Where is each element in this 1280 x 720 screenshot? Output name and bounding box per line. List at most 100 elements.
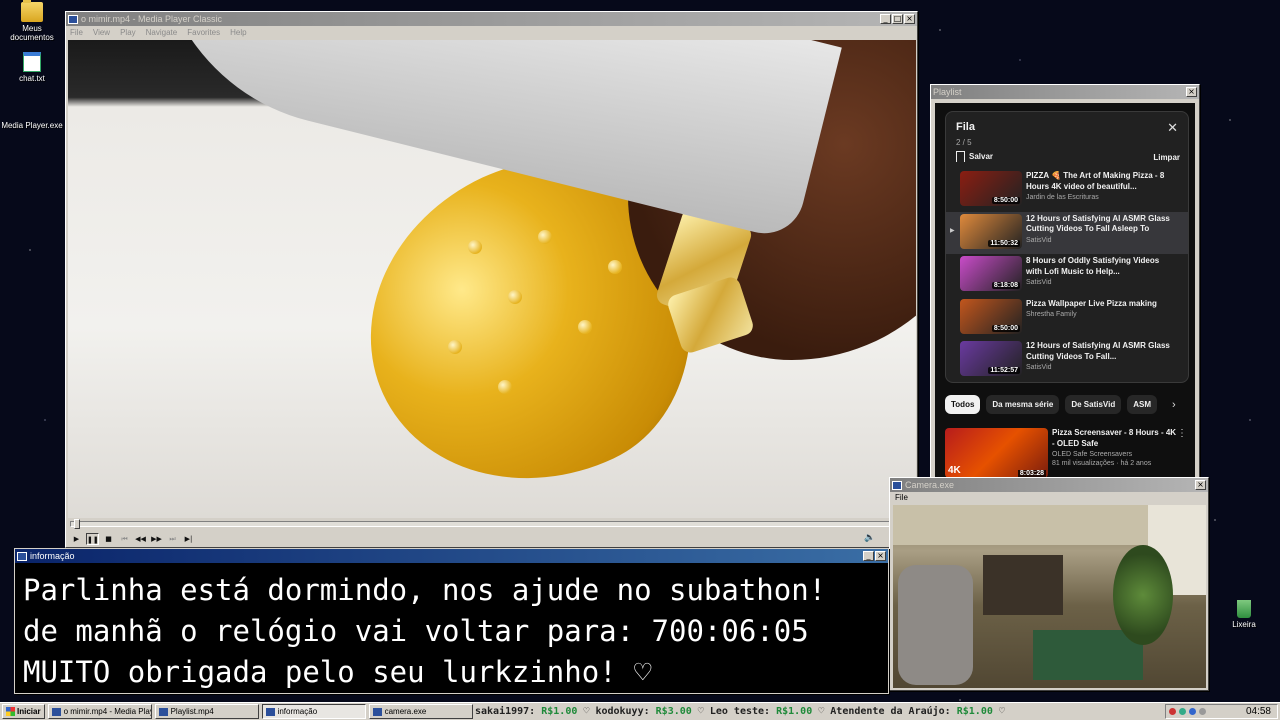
queue-item[interactable]: ▶ 11:50:32 12 Hours of Satisfying AI ASMR …: [946, 211, 1188, 254]
start-button[interactable]: Iniciar: [2, 704, 45, 719]
menu-navigate[interactable]: Navigate: [146, 28, 178, 37]
window-title: informação: [30, 551, 75, 561]
queue-item[interactable]: 8:50:00 Pizza Wallpaper Live Pizza making…: [946, 297, 1188, 340]
recommended-thumbnail[interactable]: 4K 8:03:28: [945, 428, 1048, 477]
menu-help[interactable]: Help: [230, 28, 246, 37]
pause-button[interactable]: ❚❚: [86, 533, 99, 545]
seek-thumb[interactable]: [74, 519, 81, 529]
chip-from-channel[interactable]: De SatisVid: [1065, 395, 1122, 414]
menu-file[interactable]: File: [890, 492, 1208, 503]
media-player-titlebar[interactable]: o mimir.mp4 - Media Player Classic _ □ ×: [66, 12, 917, 26]
queue-item-title[interactable]: Pizza Wallpaper Live Pizza making: [1026, 299, 1176, 310]
chevron-right-icon[interactable]: ›: [1172, 399, 1176, 411]
clear-button[interactable]: Limpar: [1153, 153, 1180, 162]
close-button[interactable]: ×: [1186, 87, 1197, 97]
ticker-donor: sakai1997:: [475, 706, 536, 717]
tray-icon[interactable]: [1189, 708, 1196, 715]
close-icon[interactable]: ✕: [1167, 120, 1178, 136]
video-bubble: [578, 320, 592, 334]
menu-favorites[interactable]: Favorites: [187, 28, 220, 37]
queue-thumbnail[interactable]: 11:50:32: [960, 213, 1022, 249]
frame-step-button[interactable]: ▶|: [182, 533, 195, 545]
close-button[interactable]: ×: [1195, 480, 1206, 490]
chip-all[interactable]: Todos: [945, 395, 981, 414]
play-button[interactable]: ▶: [70, 533, 83, 545]
recommended-meta: Pizza Screensaver - 8 Hours - 4K - OLED …: [1052, 428, 1180, 477]
ticker-amount: R$1.00: [956, 706, 993, 717]
desktop-icon-documents[interactable]: Meus documentos: [0, 0, 64, 42]
duration: 11:52:57: [988, 367, 1020, 374]
save-button[interactable]: Salvar: [956, 151, 993, 162]
recommended-title[interactable]: Pizza Screensaver - 8 Hours - 4K - OLED …: [1052, 428, 1180, 449]
chip-same-series[interactable]: Da mesma série: [986, 395, 1060, 414]
queue-thumbnail[interactable]: 8:18:08: [960, 256, 1022, 291]
minimize-button[interactable]: _: [863, 551, 874, 561]
media-player-window: o mimir.mp4 - Media Player Classic _ □ ×…: [65, 11, 918, 548]
quality-badge: 4K: [948, 465, 961, 476]
taskbar-item-info[interactable]: informação: [261, 704, 366, 719]
queue-panel: Fila 2 / 5 ✕ Salvar Limpar 8:50:00 PIZZA …: [945, 111, 1189, 383]
queue-item-title[interactable]: 12 Hours of Satisfying AI ASMR Glass Cut…: [1026, 214, 1176, 235]
info-titlebar[interactable]: informação _ ×: [15, 549, 888, 563]
queue-item-title[interactable]: 12 Hours of Satisfying AI ASMR Glass Cut…: [1026, 341, 1176, 362]
camera-shelf: [983, 555, 1063, 615]
chip-asmr[interactable]: ASM: [1127, 395, 1157, 414]
camera-feed: [893, 505, 1206, 688]
previous-button[interactable]: ⏮: [118, 533, 131, 545]
seek-bar[interactable]: [70, 519, 913, 529]
maximize-button[interactable]: □: [892, 14, 903, 24]
desktop-icon-label: chat.txt: [19, 74, 45, 83]
queue-meta: Pizza Wallpaper Live Pizza making Shresth…: [1026, 299, 1176, 319]
camera-titlebar[interactable]: Camera.exe ×: [890, 478, 1208, 492]
system-tray: 04:58: [1165, 704, 1278, 719]
window-title: Camera.exe: [905, 480, 955, 490]
info-icon: [265, 707, 275, 716]
queue-thumbnail[interactable]: 8:50:00: [960, 298, 1022, 334]
ticker-donor: Atendente da Araújo:: [830, 706, 951, 717]
desktop-icon-chat[interactable]: chat.txt: [0, 52, 64, 83]
stop-button[interactable]: ■: [102, 533, 115, 545]
duration: 8:50:00: [991, 324, 1020, 332]
ticker-donor: kodokuyy:: [595, 706, 650, 717]
info-icon: [17, 551, 27, 561]
close-button[interactable]: ×: [875, 551, 886, 561]
taskbar-item-playlist[interactable]: Playlist.mp4: [154, 704, 259, 719]
tray-icon[interactable]: [1169, 708, 1176, 715]
volume-icon[interactable]: 🔈: [864, 532, 875, 543]
desktop-icon-media-player[interactable]: Media Player.exe: [0, 103, 107, 130]
queue-item-channel: SatisVid: [1026, 279, 1052, 286]
queue-item[interactable]: 8:50:00 PIZZA 🍕 The Art of Making Pizza -…: [946, 169, 1188, 212]
queue-thumbnail[interactable]: 11:52:57: [960, 341, 1022, 376]
more-options-icon[interactable]: ⋮: [1177, 428, 1187, 439]
menu-play[interactable]: Play: [120, 28, 136, 37]
next-button[interactable]: ⏭: [166, 533, 179, 545]
menu-file[interactable]: File: [70, 28, 83, 37]
desktop-icon-label: Lixeira: [1232, 620, 1256, 629]
recommended-video[interactable]: 4K 8:03:28 Pizza Screensaver - 8 Hours -…: [945, 428, 1189, 477]
playlist-titlebar[interactable]: Playlist ×: [931, 85, 1199, 99]
queue-item-title[interactable]: 8 Hours of Oddly Satisfying Videos with …: [1026, 256, 1176, 277]
tray-icon[interactable]: [1199, 708, 1206, 715]
queue-item-channel: SatisVid: [1026, 364, 1052, 371]
minimize-button[interactable]: _: [880, 14, 891, 24]
desktop-icon-label: Media Player.exe: [1, 121, 63, 130]
tray-icon[interactable]: [1179, 708, 1186, 715]
task-label: Playlist.mp4: [170, 707, 214, 716]
playback-controls: ▶ ❚❚ ■ ⏮ ◀◀ ▶▶ ⏭ ▶|: [70, 532, 195, 546]
queue-item-title[interactable]: PIZZA 🍕 The Art of Making Pizza - 8 Hour…: [1026, 171, 1176, 192]
menu-view[interactable]: View: [93, 28, 110, 37]
video-bubble: [508, 290, 522, 304]
queue-thumbnail[interactable]: 8:50:00: [960, 171, 1022, 206]
taskbar-item-media-player[interactable]: o mimir.mp4 - Media Player...: [47, 704, 152, 719]
fast-forward-button[interactable]: ▶▶: [150, 533, 163, 545]
rewind-button[interactable]: ◀◀: [134, 533, 147, 545]
close-button[interactable]: ×: [904, 14, 915, 24]
taskbar-item-camera[interactable]: camera.exe: [368, 704, 473, 719]
queue-item[interactable]: 8:18:08 8 Hours of Oddly Satisfying Video…: [946, 254, 1188, 297]
queue-count: 2 / 5: [956, 138, 972, 147]
camera-icon: [892, 480, 902, 490]
media-player-icon: [51, 707, 61, 716]
desktop-icon-trash[interactable]: Lixeira: [1212, 600, 1276, 629]
queue-item[interactable]: 11:52:57 12 Hours of Satisfying AI ASMR G…: [946, 339, 1188, 382]
video-area[interactable]: [68, 40, 916, 518]
